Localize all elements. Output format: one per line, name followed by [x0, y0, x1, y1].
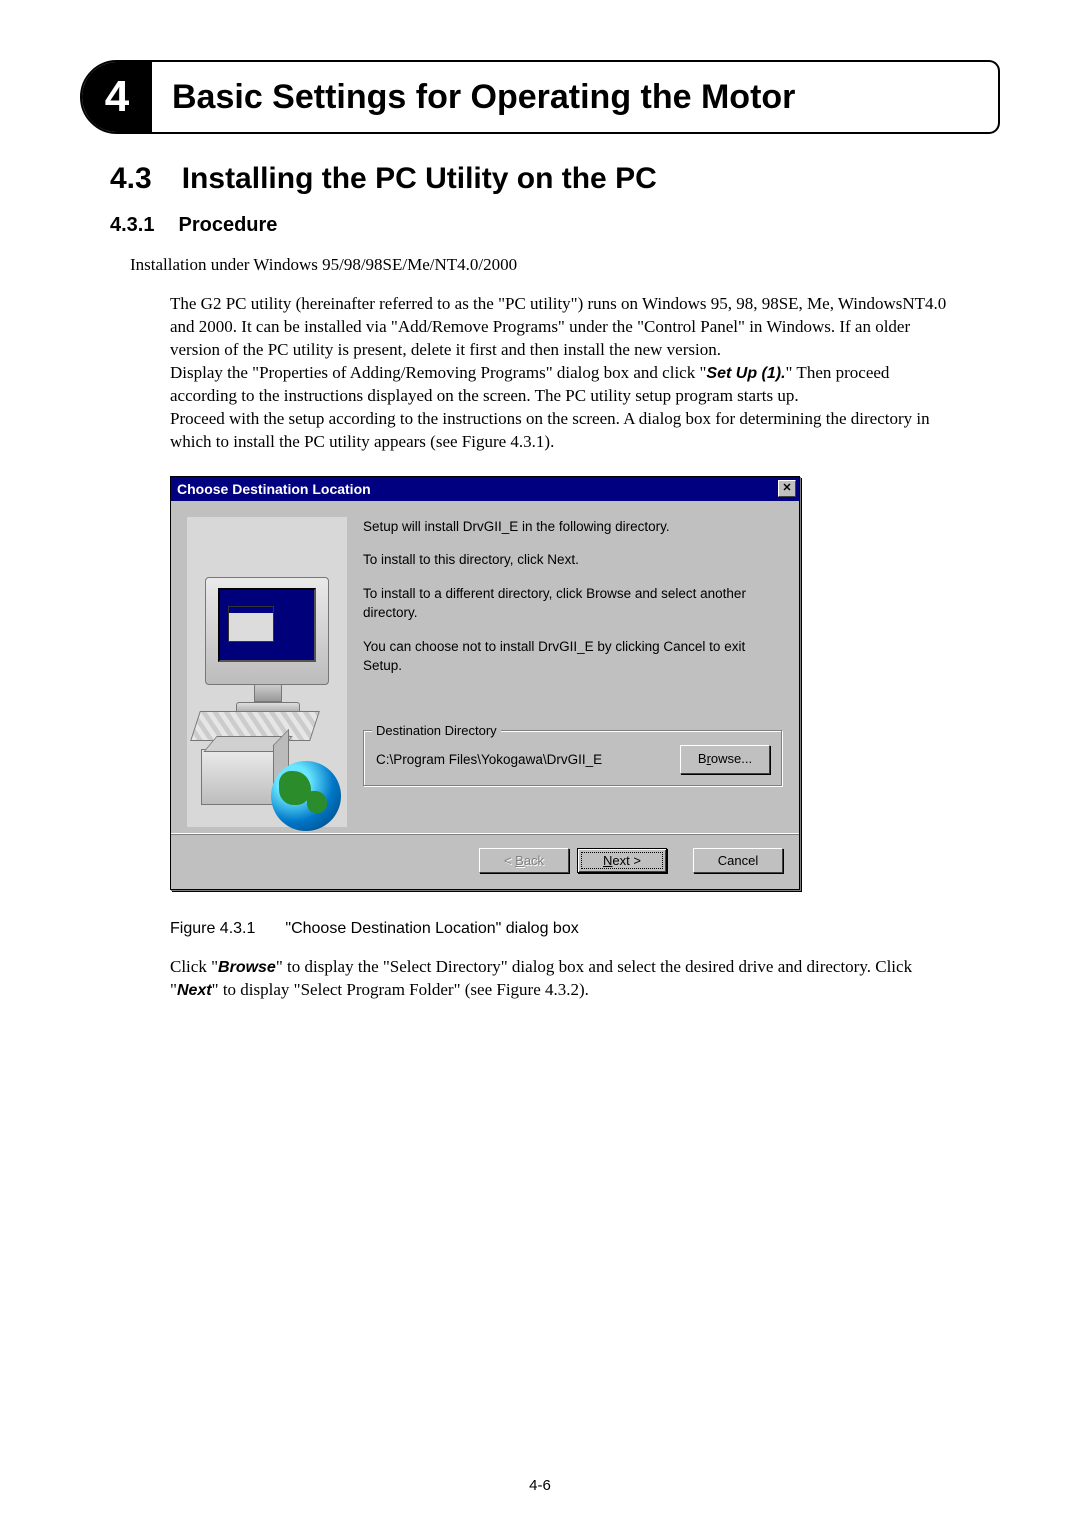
browse-pre: B [698, 751, 707, 766]
para2-pre: Click " [170, 957, 218, 976]
next-button[interactable]: Next > [577, 848, 667, 873]
next-accel: N [603, 853, 612, 868]
dialog-titlebar[interactable]: Choose Destination Location ✕ [171, 477, 799, 501]
subsection-title: Procedure [178, 214, 277, 236]
para1a: The G2 PC utility (hereinafter referred … [170, 294, 946, 359]
figure-number: Figure 4.3.1 [170, 920, 255, 938]
cancel-button[interactable]: Cancel [693, 848, 783, 873]
chapter-number-badge: 4 [82, 62, 152, 132]
back-post: ack [524, 853, 544, 868]
wizard-image [187, 517, 347, 827]
dialog-title: Choose Destination Location [177, 481, 371, 497]
browse-button[interactable]: Browse... [680, 745, 770, 774]
para2-next-bold: Next [177, 982, 212, 999]
back-button[interactable]: < Back [479, 848, 569, 873]
page-number: 4-6 [0, 1477, 1080, 1494]
procedure-paragraph: The G2 PC utility (hereinafter referred … [170, 293, 960, 454]
back-pre: < [504, 853, 515, 868]
close-button[interactable]: ✕ [778, 480, 796, 497]
dialog-button-row: < Back Next > Cancel [171, 833, 799, 889]
next-post: ext > [612, 853, 641, 868]
dialog-text: Setup will install DrvGII_E in the follo… [363, 517, 783, 827]
close-icon: ✕ [782, 483, 791, 494]
browse-post: owse... [711, 751, 752, 766]
subsection-number: 4.3.1 [110, 214, 154, 237]
choose-destination-dialog: Choose Destination Location ✕ Setup will… [170, 476, 800, 890]
section-heading: 4.3 Installing the PC Utility on the PC [110, 162, 1000, 196]
dialog-line3: To install to a different directory, cli… [363, 584, 783, 623]
section-number: 4.3 [110, 162, 152, 196]
monitor-icon [205, 577, 329, 685]
post-figure-paragraph: Click "Browse" to display the "Select Di… [170, 956, 960, 1002]
destination-legend: Destination Directory [372, 722, 501, 741]
figure-caption-text: "Choose Destination Location" dialog box [285, 920, 578, 937]
dialog-body: Setup will install DrvGII_E in the follo… [171, 501, 799, 833]
para1b-pre: Display the "Properties of Adding/Removi… [170, 363, 706, 382]
para1b-bold: Set Up (1). [706, 365, 785, 382]
para1c: Proceed with the setup according to the … [170, 409, 930, 451]
subsection-heading: 4.3.1 Procedure [110, 214, 1000, 237]
para2-browse-bold: Browse [218, 959, 276, 976]
dialog-line2: To install to this directory, click Next… [363, 550, 783, 570]
para2-post: " to display "Select Program Folder" (se… [212, 980, 589, 999]
figure-caption: Figure 4.3.1 "Choose Destination Location… [170, 920, 1000, 938]
globe-icon [271, 761, 341, 831]
chapter-title: Basic Settings for Operating the Motor [152, 78, 795, 117]
back-accel: B [515, 853, 524, 868]
section-title: Installing the PC Utility on the PC [182, 162, 657, 195]
destination-path: C:\Program Files\Yokogawa\DrvGII_E [376, 750, 602, 770]
install-environment-header: Installation under Windows 95/98/98SE/Me… [130, 255, 1000, 275]
chapter-header: 4 Basic Settings for Operating the Motor [80, 60, 1000, 134]
destination-directory-group: Destination Directory C:\Program Files\Y… [363, 730, 783, 787]
dialog-line1: Setup will install DrvGII_E in the follo… [363, 517, 783, 537]
box-icon [201, 749, 275, 805]
dialog-line4: You can choose not to install DrvGII_E b… [363, 637, 783, 676]
